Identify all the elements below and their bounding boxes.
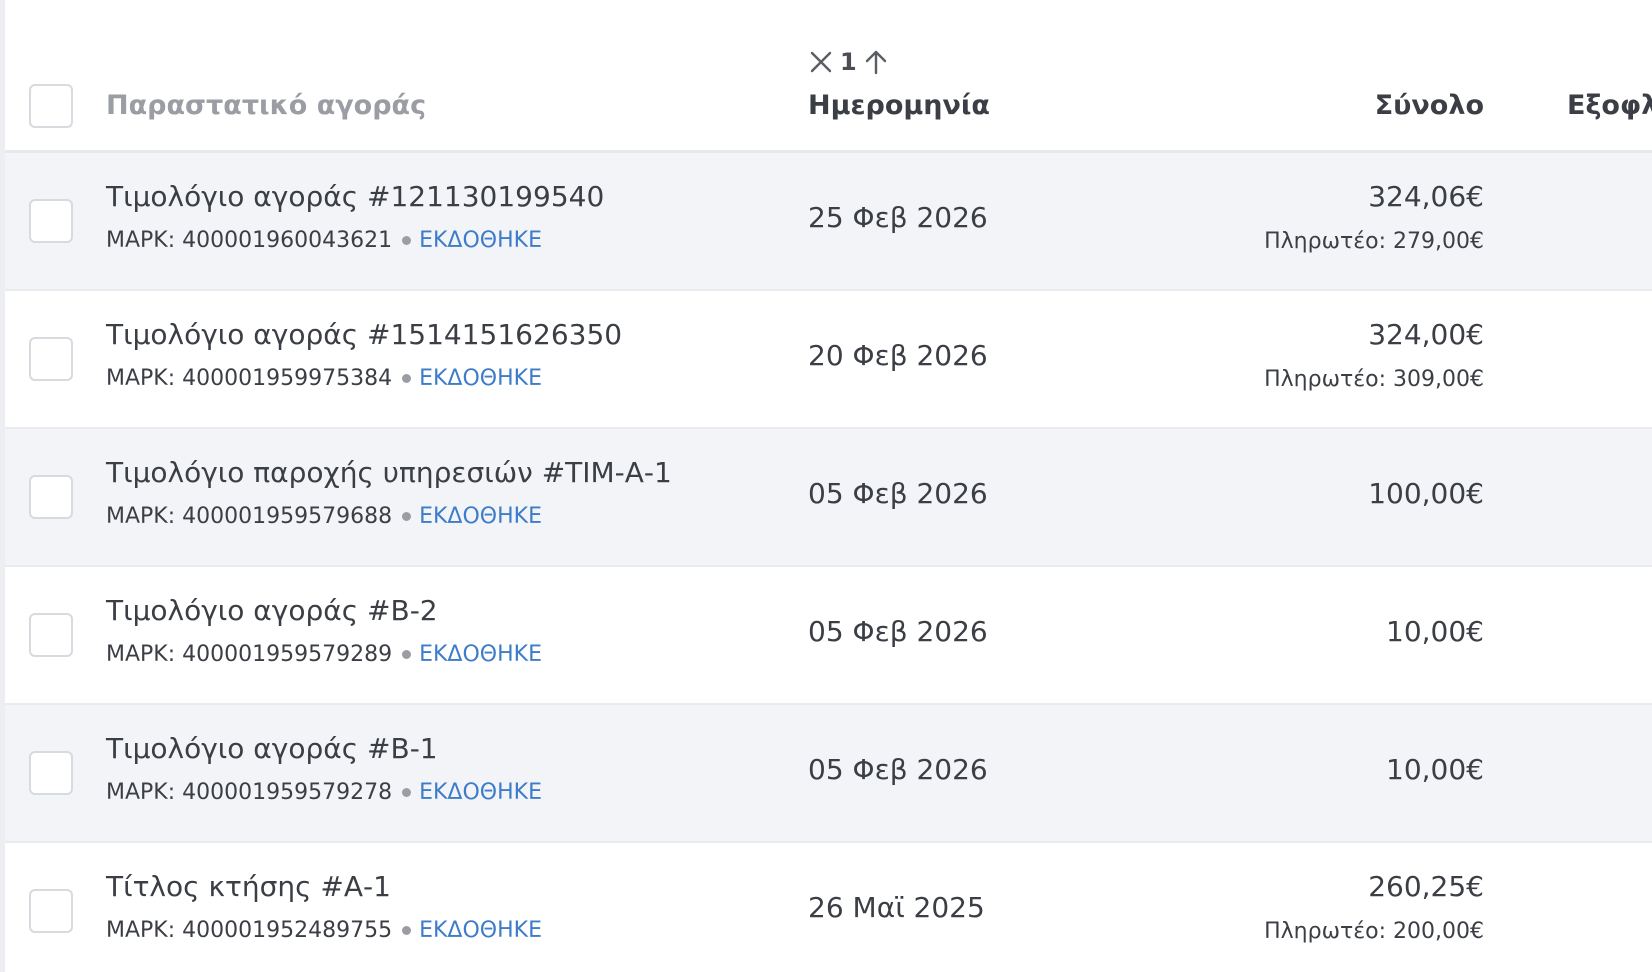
document-total: 10,00€: [1386, 615, 1484, 648]
document-title[interactable]: Τιμολόγιο αγοράς #1514151626350: [106, 318, 622, 351]
sort-indicator: 1: [808, 46, 889, 78]
mark-number: 400001959579289: [182, 642, 393, 667]
document-title[interactable]: Τιμολόγιο παροχής υπηρεσιών #ΤΙΜ-Α-1: [106, 456, 672, 489]
payable-amount: Πληρωτέο: 279,00€: [1264, 229, 1484, 254]
document-date: 25 Φεβ 2026: [808, 201, 988, 234]
purchase-documents-table: Παραστατικό αγοράς 1 Ημερομηνία Σύνολο Ε…: [5, 0, 1652, 972]
row-checkbox[interactable]: [29, 199, 73, 243]
document-meta: ΜΑΡΚ: 400001952489755 ΕΚΔΟΘΗΚΕ: [106, 918, 542, 943]
document-meta: ΜΑΡΚ: 400001959579688 ΕΚΔΟΘΗΚΕ: [106, 504, 542, 529]
status-badge: ΕΚΔΟΘΗΚΕ: [419, 780, 542, 805]
payable-label: Πληρωτέο:: [1264, 367, 1394, 392]
column-header-document[interactable]: Παραστατικό αγοράς: [106, 90, 426, 121]
mark-number: 400001952489755: [182, 918, 393, 943]
mark-number: 400001959975384: [182, 366, 393, 391]
status-badge: ΕΚΔΟΘΗΚΕ: [419, 366, 542, 391]
document-title[interactable]: Τίτλος κτήσης #Α-1: [106, 870, 391, 903]
row-checkbox[interactable]: [29, 751, 73, 795]
table-row[interactable]: Τιμολόγιο παροχής υπηρεσιών #ΤΙΜ-Α-1 ΜΑΡΚ…: [5, 429, 1652, 567]
document-total: 260,25€: [1368, 870, 1484, 903]
arrow-up-icon[interactable]: [863, 48, 889, 76]
table-row[interactable]: Τιμολόγιο αγοράς #Β-1 ΜΑΡΚ: 4000019595792…: [5, 705, 1652, 843]
document-title[interactable]: Τιμολόγιο αγοράς #Β-2: [106, 594, 438, 627]
mark-label: ΜΑΡΚ:: [106, 642, 183, 667]
document-title[interactable]: Τιμολόγιο αγοράς #121130199540: [106, 180, 604, 213]
document-title[interactable]: Τιμολόγιο αγοράς #Β-1: [106, 732, 438, 765]
payable-value: 309,00€: [1393, 367, 1484, 392]
table-row[interactable]: Τίτλος κτήσης #Α-1 ΜΑΡΚ: 400001952489755 Ε…: [5, 843, 1652, 972]
mark-number: 400001959579688: [182, 504, 393, 529]
mark-number: 400001959579278: [182, 780, 393, 805]
document-date: 05 Φεβ 2026: [808, 615, 988, 648]
separator-dot-icon: [402, 374, 412, 383]
status-badge: ΕΚΔΟΘΗΚΕ: [419, 504, 542, 529]
payable-amount: Πληρωτέο: 309,00€: [1264, 367, 1484, 392]
mark-label: ΜΑΡΚ:: [106, 366, 183, 391]
mark-label: ΜΑΡΚ:: [106, 504, 183, 529]
table-header: Παραστατικό αγοράς 1 Ημερομηνία Σύνολο Ε…: [5, 0, 1652, 153]
document-meta: ΜΑΡΚ: 400001960043621 ΕΚΔΟΘΗΚΕ: [106, 228, 542, 253]
column-header-date[interactable]: Ημερομηνία: [808, 90, 990, 121]
row-checkbox[interactable]: [29, 475, 73, 519]
status-badge: ΕΚΔΟΘΗΚΕ: [419, 228, 542, 253]
document-meta: ΜΑΡΚ: 400001959579289 ΕΚΔΟΘΗΚΕ: [106, 642, 542, 667]
document-meta: ΜΑΡΚ: 400001959975384 ΕΚΔΟΘΗΚΕ: [106, 366, 542, 391]
payable-value: 279,00€: [1393, 229, 1484, 254]
payable-label: Πληρωτέο:: [1264, 229, 1394, 254]
row-checkbox[interactable]: [29, 337, 73, 381]
separator-dot-icon: [402, 512, 412, 521]
sort-order-number: 1: [840, 48, 857, 76]
separator-dot-icon: [402, 788, 412, 797]
separator-dot-icon: [402, 650, 412, 659]
document-total: 10,00€: [1386, 753, 1484, 786]
mark-label: ΜΑΡΚ:: [106, 228, 183, 253]
table-row[interactable]: Τιμολόγιο αγοράς #121130199540 ΜΑΡΚ: 4000…: [5, 153, 1652, 291]
document-total: 100,00€: [1368, 477, 1484, 510]
document-meta: ΜΑΡΚ: 400001959579278 ΕΚΔΟΘΗΚΕ: [106, 780, 542, 805]
table-row[interactable]: Τιμολόγιο αγοράς #Β-2 ΜΑΡΚ: 4000019595792…: [5, 567, 1652, 705]
row-checkbox[interactable]: [29, 889, 73, 933]
row-checkbox[interactable]: [29, 613, 73, 657]
purchases-table-viewport: Παραστατικό αγοράς 1 Ημερομηνία Σύνολο Ε…: [0, 0, 1652, 972]
document-date: 20 Φεβ 2026: [808, 339, 988, 372]
mark-number: 400001960043621: [182, 228, 393, 253]
document-total: 324,06€: [1368, 180, 1484, 213]
separator-dot-icon: [402, 926, 412, 935]
mark-label: ΜΑΡΚ:: [106, 780, 183, 805]
status-badge: ΕΚΔΟΘΗΚΕ: [419, 918, 542, 943]
payable-amount: Πληρωτέο: 200,00€: [1264, 919, 1484, 944]
payable-label: Πληρωτέο:: [1264, 919, 1394, 944]
table-row[interactable]: Τιμολόγιο αγοράς #1514151626350 ΜΑΡΚ: 400…: [5, 291, 1652, 429]
select-all-checkbox[interactable]: [29, 84, 73, 128]
mark-label: ΜΑΡΚ:: [106, 918, 183, 943]
document-total: 324,00€: [1368, 318, 1484, 351]
column-header-total[interactable]: Σύνολο: [1375, 90, 1484, 121]
document-date: 05 Φεβ 2026: [808, 753, 988, 786]
document-date: 05 Φεβ 2026: [808, 477, 988, 510]
document-date: 26 Μαϊ 2025: [808, 891, 985, 924]
column-header-paid[interactable]: Εξοφλ: [1567, 90, 1652, 121]
separator-dot-icon: [402, 236, 412, 245]
payable-value: 200,00€: [1393, 919, 1484, 944]
close-icon[interactable]: [808, 49, 834, 75]
status-badge: ΕΚΔΟΘΗΚΕ: [419, 642, 542, 667]
